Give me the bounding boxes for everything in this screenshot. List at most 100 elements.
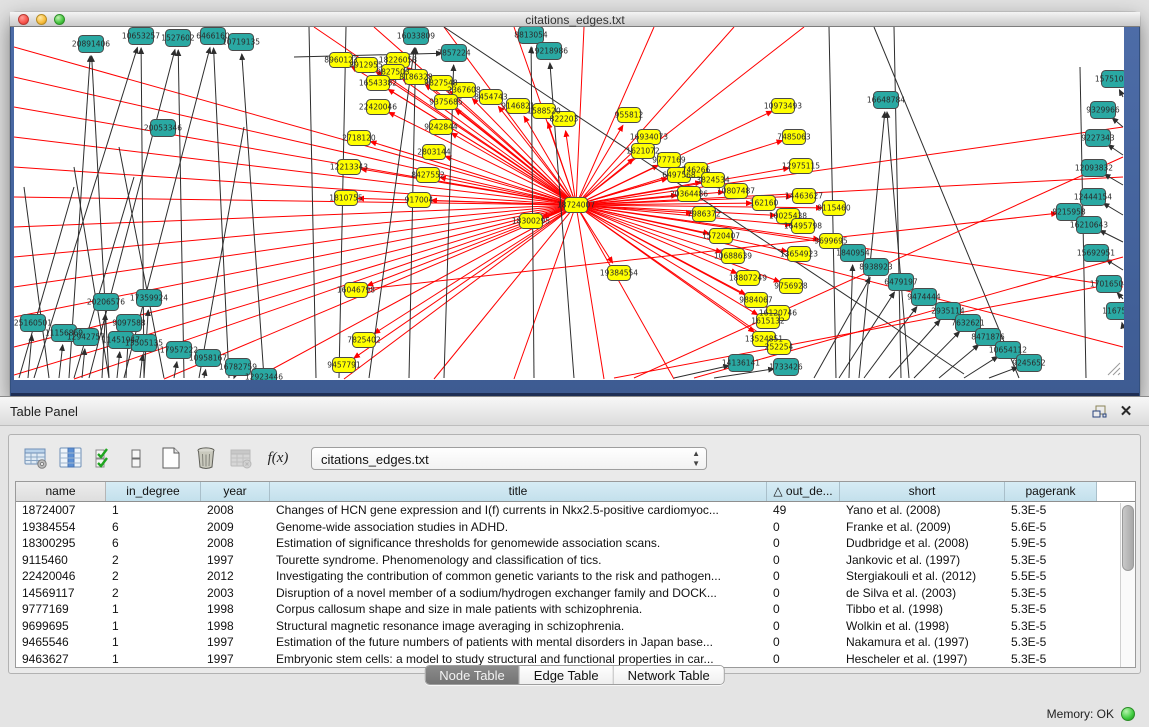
citation-edge-black: [140, 355, 143, 378]
table-row[interactable]: 977716911998Corpus callosum shape and si…: [16, 601, 1135, 618]
citation-edge-red: [389, 112, 576, 205]
panel-title: Table Panel: [10, 397, 78, 427]
citation-edge-black: [1108, 145, 1123, 155]
table-panel: Table Panel ✕: [0, 396, 1149, 727]
table-cell-title: Genome-wide association studies in ADHD.: [270, 519, 767, 536]
table-row[interactable]: 1830029562008Estimation of significance …: [16, 535, 1135, 552]
table-cell-in_degree: 2: [106, 568, 201, 585]
function-builder-icon[interactable]: f(x): [259, 444, 297, 472]
citation-edge-black: [964, 356, 998, 378]
table-scrollbar[interactable]: [1120, 503, 1135, 667]
table-row[interactable]: 1872400712008Changes of HCN gene express…: [16, 502, 1135, 519]
graph-node-label: 15720407: [702, 232, 740, 241]
table-row[interactable]: 2242004622012Investigating the contribut…: [16, 568, 1135, 585]
table-cell-name: 22420046: [16, 568, 106, 585]
window-titlebar[interactable]: citations_edges.txt: [10, 12, 1140, 27]
table-cell-name: 9463627: [16, 651, 106, 668]
canvas-resize-grip[interactable]: [1103, 358, 1121, 376]
graph-node-label: 20053346: [144, 124, 182, 133]
citation-edge-red: [614, 282, 1123, 378]
graph-node-label: 9097588: [112, 319, 146, 328]
graph-window: citations_edges.txt 18724007896012389129…: [10, 12, 1140, 396]
graph-node-label: 7986372: [687, 210, 721, 219]
table-cell-title: Disruption of a novel member of a sodium…: [270, 585, 767, 602]
window-title: citations_edges.txt: [10, 13, 1140, 27]
graph-node-label: 955812: [615, 111, 644, 120]
network-canvas-container[interactable]: 1872400789601238912955182260589827503165…: [14, 27, 1124, 380]
citation-edge-black: [1119, 90, 1123, 97]
panel-close-icon[interactable]: ✕: [1117, 404, 1135, 420]
table-cell-in_degree: 2: [106, 585, 201, 602]
select-all-icon[interactable]: [89, 444, 119, 472]
citation-edge-black: [178, 50, 184, 378]
table-selector-dropdown[interactable]: citations_edges.txt ▲▼: [311, 447, 707, 470]
table-row[interactable]: 946554611997Estimation of the future num…: [16, 634, 1135, 651]
table-row[interactable]: 911546021997Tourette syndrome. Phenomeno…: [16, 552, 1135, 569]
column-chooser-icon[interactable]: [53, 444, 89, 472]
table-row[interactable]: 1938455462009Genome-wide association stu…: [16, 519, 1135, 536]
citation-edge-red: [14, 197, 576, 205]
graph-node-label: 17016504: [1090, 280, 1124, 289]
graph-node-label: 16934073: [630, 133, 668, 142]
table-panel-titlebar[interactable]: Table Panel ✕: [0, 396, 1149, 426]
column-header-out_degree[interactable]: △ out_de...: [767, 482, 840, 501]
graph-node-label: 15751074: [1095, 75, 1124, 84]
column-header-pagerank[interactable]: pagerank: [1005, 482, 1097, 501]
table-cell-short: Franke et al. (2009): [840, 519, 1005, 536]
graph-node-label: 9375685: [429, 98, 463, 107]
graph-node-label: 9242844: [424, 123, 458, 132]
network-canvas[interactable]: 1872400789601238912955182260589827503165…: [14, 27, 1124, 380]
citation-edge-black: [1122, 323, 1123, 327]
new-table-icon[interactable]: [153, 444, 189, 472]
graph-node-label: 9245652: [1012, 359, 1046, 368]
deselect-all-icon[interactable]: [119, 444, 153, 472]
graph-node-label: 13505135: [125, 339, 163, 348]
graph-node-label: 8454743: [474, 93, 508, 102]
column-header-short[interactable]: short: [840, 482, 1005, 501]
graph-node-label: 20206576: [87, 298, 125, 307]
table-cell-out_degree: 0: [767, 552, 840, 569]
table-row[interactable]: 969969511998Structural magnetic resonanc…: [16, 618, 1135, 635]
table-cell-pagerank: 5.3E-5: [1005, 585, 1097, 602]
table-cell-out_degree: 0: [767, 568, 840, 585]
float-window-icon[interactable]: [1091, 404, 1109, 420]
table-row[interactable]: 1456911722003Disruption of a novel membe…: [16, 585, 1135, 602]
memory-status-indicator[interactable]: [1121, 707, 1135, 721]
graph-node-label: 10688639: [714, 252, 752, 261]
citation-edge-black: [914, 332, 960, 378]
table-cell-year: 2012: [201, 568, 270, 585]
column-header-year[interactable]: year: [201, 482, 270, 501]
table-cell-short: Stergiakouli et al. (2012): [840, 568, 1005, 585]
delete-column-icon[interactable]: [189, 444, 223, 472]
citation-edge-red: [576, 205, 613, 263]
graph-node-label: 19218986: [530, 47, 568, 56]
graph-node-label: 16033809: [397, 32, 435, 41]
graph-node-label: 16046798: [337, 286, 375, 295]
graph-node-label: 18300295: [512, 217, 550, 226]
table-cell-name: 9699695: [16, 618, 106, 635]
tab-node-table[interactable]: Node Table: [425, 666, 520, 684]
table-type-tabs: Node TableEdge TableNetwork Table: [424, 665, 725, 685]
table-settings-icon[interactable]: [19, 444, 53, 472]
graph-node-label: 9884067: [739, 296, 773, 305]
table-cell-short: Yano et al. (2008): [840, 502, 1005, 519]
graph-node-label: 16210643: [1070, 221, 1108, 230]
citation-edge-black: [214, 48, 229, 378]
graph-node-label: 917004: [405, 196, 434, 205]
graph-node-label: 9457791: [327, 361, 361, 370]
table-body: 1872400712008Changes of HCN gene express…: [16, 502, 1135, 667]
tab-edge-table[interactable]: Edge Table: [520, 666, 614, 684]
network-view-frame: 1872400789601238912955182260589827503165…: [10, 27, 1140, 396]
table-scrollbar-thumb[interactable]: [1122, 505, 1134, 571]
table-cell-title: Changes of HCN gene expression and I(f) …: [270, 502, 767, 519]
graph-node-label: 10653257: [122, 32, 160, 41]
graph-node-label: 746266: [682, 166, 711, 175]
tab-network-table[interactable]: Network Table: [614, 666, 724, 684]
column-header-title[interactable]: title: [270, 482, 767, 501]
table-cell-out_degree: 49: [767, 502, 840, 519]
column-header-name[interactable]: name: [16, 482, 106, 501]
citation-edge-red: [576, 205, 1123, 347]
table-cell-short: de Silva et al. (2003): [840, 585, 1005, 602]
delete-table-disabled-icon: [223, 444, 259, 472]
column-header-in_degree[interactable]: in_degree: [106, 482, 201, 501]
